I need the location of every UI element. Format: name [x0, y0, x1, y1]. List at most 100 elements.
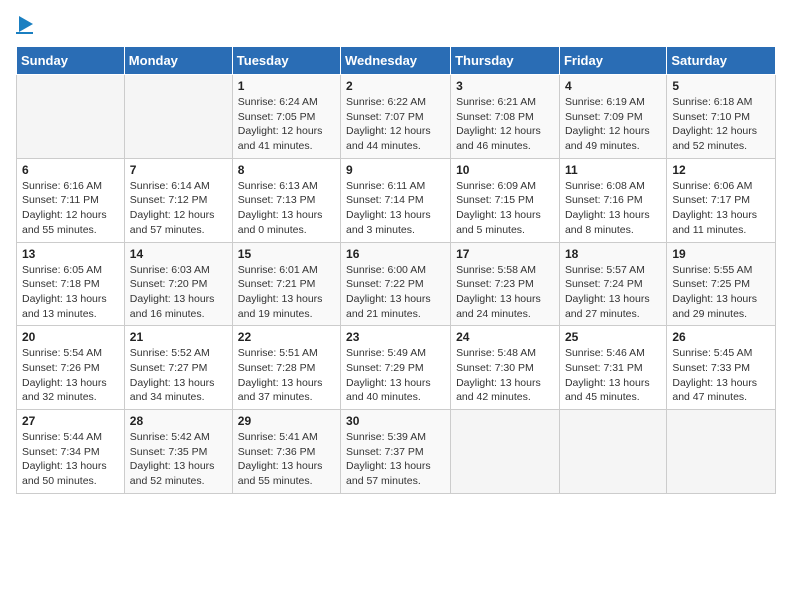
calendar-cell: 28 Sunrise: 5:42 AMSunset: 7:35 PMDaylig…	[124, 410, 232, 494]
calendar-cell: 25 Sunrise: 5:46 AMSunset: 7:31 PMDaylig…	[559, 326, 666, 410]
calendar-cell: 30 Sunrise: 5:39 AMSunset: 7:37 PMDaylig…	[341, 410, 451, 494]
day-number: 15	[238, 247, 335, 261]
day-info: Sunrise: 6:19 AMSunset: 7:09 PMDaylight:…	[565, 96, 650, 152]
calendar-cell	[124, 75, 232, 159]
page-header	[16, 16, 776, 34]
day-number: 29	[238, 414, 335, 428]
calendar-cell: 4 Sunrise: 6:19 AMSunset: 7:09 PMDayligh…	[559, 75, 666, 159]
day-number: 7	[130, 163, 227, 177]
day-number: 4	[565, 79, 661, 93]
day-info: Sunrise: 5:45 AMSunset: 7:33 PMDaylight:…	[672, 347, 757, 403]
day-number: 25	[565, 330, 661, 344]
calendar-cell: 7 Sunrise: 6:14 AMSunset: 7:12 PMDayligh…	[124, 158, 232, 242]
calendar-cell: 14 Sunrise: 6:03 AMSunset: 7:20 PMDaylig…	[124, 242, 232, 326]
day-info: Sunrise: 5:41 AMSunset: 7:36 PMDaylight:…	[238, 431, 323, 487]
weekday-header-friday: Friday	[559, 47, 666, 75]
calendar-cell: 13 Sunrise: 6:05 AMSunset: 7:18 PMDaylig…	[17, 242, 125, 326]
calendar-cell: 18 Sunrise: 5:57 AMSunset: 7:24 PMDaylig…	[559, 242, 666, 326]
day-info: Sunrise: 5:52 AMSunset: 7:27 PMDaylight:…	[130, 347, 215, 403]
day-info: Sunrise: 5:42 AMSunset: 7:35 PMDaylight:…	[130, 431, 215, 487]
day-info: Sunrise: 6:21 AMSunset: 7:08 PMDaylight:…	[456, 96, 541, 152]
day-number: 11	[565, 163, 661, 177]
day-info: Sunrise: 5:57 AMSunset: 7:24 PMDaylight:…	[565, 264, 650, 320]
weekday-header-wednesday: Wednesday	[341, 47, 451, 75]
day-info: Sunrise: 6:09 AMSunset: 7:15 PMDaylight:…	[456, 180, 541, 236]
day-info: Sunrise: 5:51 AMSunset: 7:28 PMDaylight:…	[238, 347, 323, 403]
logo	[16, 16, 33, 34]
day-number: 1	[238, 79, 335, 93]
day-number: 17	[456, 247, 554, 261]
day-info: Sunrise: 6:01 AMSunset: 7:21 PMDaylight:…	[238, 264, 323, 320]
day-info: Sunrise: 6:13 AMSunset: 7:13 PMDaylight:…	[238, 180, 323, 236]
calendar-week-row: 6 Sunrise: 6:16 AMSunset: 7:11 PMDayligh…	[17, 158, 776, 242]
calendar-cell: 16 Sunrise: 6:00 AMSunset: 7:22 PMDaylig…	[341, 242, 451, 326]
calendar-cell: 22 Sunrise: 5:51 AMSunset: 7:28 PMDaylig…	[232, 326, 340, 410]
day-info: Sunrise: 6:16 AMSunset: 7:11 PMDaylight:…	[22, 180, 107, 236]
calendar-cell: 23 Sunrise: 5:49 AMSunset: 7:29 PMDaylig…	[341, 326, 451, 410]
day-number: 3	[456, 79, 554, 93]
day-number: 13	[22, 247, 119, 261]
calendar-cell: 3 Sunrise: 6:21 AMSunset: 7:08 PMDayligh…	[451, 75, 560, 159]
calendar-cell: 26 Sunrise: 5:45 AMSunset: 7:33 PMDaylig…	[667, 326, 776, 410]
day-info: Sunrise: 5:49 AMSunset: 7:29 PMDaylight:…	[346, 347, 431, 403]
day-number: 24	[456, 330, 554, 344]
calendar-week-row: 13 Sunrise: 6:05 AMSunset: 7:18 PMDaylig…	[17, 242, 776, 326]
day-info: Sunrise: 5:54 AMSunset: 7:26 PMDaylight:…	[22, 347, 107, 403]
logo-arrow-icon	[19, 16, 33, 32]
day-number: 6	[22, 163, 119, 177]
day-number: 23	[346, 330, 445, 344]
day-number: 26	[672, 330, 770, 344]
day-number: 9	[346, 163, 445, 177]
day-info: Sunrise: 5:48 AMSunset: 7:30 PMDaylight:…	[456, 347, 541, 403]
calendar-cell: 8 Sunrise: 6:13 AMSunset: 7:13 PMDayligh…	[232, 158, 340, 242]
calendar-cell: 2 Sunrise: 6:22 AMSunset: 7:07 PMDayligh…	[341, 75, 451, 159]
calendar-cell: 11 Sunrise: 6:08 AMSunset: 7:16 PMDaylig…	[559, 158, 666, 242]
day-number: 14	[130, 247, 227, 261]
day-info: Sunrise: 5:39 AMSunset: 7:37 PMDaylight:…	[346, 431, 431, 487]
calendar-cell	[667, 410, 776, 494]
calendar-table: SundayMondayTuesdayWednesdayThursdayFrid…	[16, 46, 776, 494]
day-number: 5	[672, 79, 770, 93]
day-number: 12	[672, 163, 770, 177]
day-info: Sunrise: 6:05 AMSunset: 7:18 PMDaylight:…	[22, 264, 107, 320]
calendar-week-row: 1 Sunrise: 6:24 AMSunset: 7:05 PMDayligh…	[17, 75, 776, 159]
day-number: 27	[22, 414, 119, 428]
calendar-cell: 1 Sunrise: 6:24 AMSunset: 7:05 PMDayligh…	[232, 75, 340, 159]
calendar-cell: 17 Sunrise: 5:58 AMSunset: 7:23 PMDaylig…	[451, 242, 560, 326]
calendar-week-row: 20 Sunrise: 5:54 AMSunset: 7:26 PMDaylig…	[17, 326, 776, 410]
day-info: Sunrise: 6:14 AMSunset: 7:12 PMDaylight:…	[130, 180, 215, 236]
calendar-cell: 12 Sunrise: 6:06 AMSunset: 7:17 PMDaylig…	[667, 158, 776, 242]
day-info: Sunrise: 5:46 AMSunset: 7:31 PMDaylight:…	[565, 347, 650, 403]
day-number: 16	[346, 247, 445, 261]
day-info: Sunrise: 6:08 AMSunset: 7:16 PMDaylight:…	[565, 180, 650, 236]
day-info: Sunrise: 6:24 AMSunset: 7:05 PMDaylight:…	[238, 96, 323, 152]
logo-underline	[16, 32, 33, 34]
day-info: Sunrise: 6:06 AMSunset: 7:17 PMDaylight:…	[672, 180, 757, 236]
day-info: Sunrise: 6:22 AMSunset: 7:07 PMDaylight:…	[346, 96, 431, 152]
calendar-cell: 24 Sunrise: 5:48 AMSunset: 7:30 PMDaylig…	[451, 326, 560, 410]
day-number: 19	[672, 247, 770, 261]
calendar-cell: 5 Sunrise: 6:18 AMSunset: 7:10 PMDayligh…	[667, 75, 776, 159]
calendar-cell: 19 Sunrise: 5:55 AMSunset: 7:25 PMDaylig…	[667, 242, 776, 326]
day-info: Sunrise: 6:03 AMSunset: 7:20 PMDaylight:…	[130, 264, 215, 320]
calendar-cell: 27 Sunrise: 5:44 AMSunset: 7:34 PMDaylig…	[17, 410, 125, 494]
day-number: 2	[346, 79, 445, 93]
day-info: Sunrise: 5:58 AMSunset: 7:23 PMDaylight:…	[456, 264, 541, 320]
calendar-cell: 6 Sunrise: 6:16 AMSunset: 7:11 PMDayligh…	[17, 158, 125, 242]
day-number: 20	[22, 330, 119, 344]
day-number: 10	[456, 163, 554, 177]
day-number: 18	[565, 247, 661, 261]
day-number: 8	[238, 163, 335, 177]
calendar-cell	[17, 75, 125, 159]
day-info: Sunrise: 6:18 AMSunset: 7:10 PMDaylight:…	[672, 96, 757, 152]
day-info: Sunrise: 5:44 AMSunset: 7:34 PMDaylight:…	[22, 431, 107, 487]
day-number: 30	[346, 414, 445, 428]
day-info: Sunrise: 5:55 AMSunset: 7:25 PMDaylight:…	[672, 264, 757, 320]
calendar-cell: 21 Sunrise: 5:52 AMSunset: 7:27 PMDaylig…	[124, 326, 232, 410]
day-info: Sunrise: 6:00 AMSunset: 7:22 PMDaylight:…	[346, 264, 431, 320]
calendar-cell: 29 Sunrise: 5:41 AMSunset: 7:36 PMDaylig…	[232, 410, 340, 494]
day-info: Sunrise: 6:11 AMSunset: 7:14 PMDaylight:…	[346, 180, 431, 236]
calendar-cell: 10 Sunrise: 6:09 AMSunset: 7:15 PMDaylig…	[451, 158, 560, 242]
day-number: 28	[130, 414, 227, 428]
day-number: 22	[238, 330, 335, 344]
